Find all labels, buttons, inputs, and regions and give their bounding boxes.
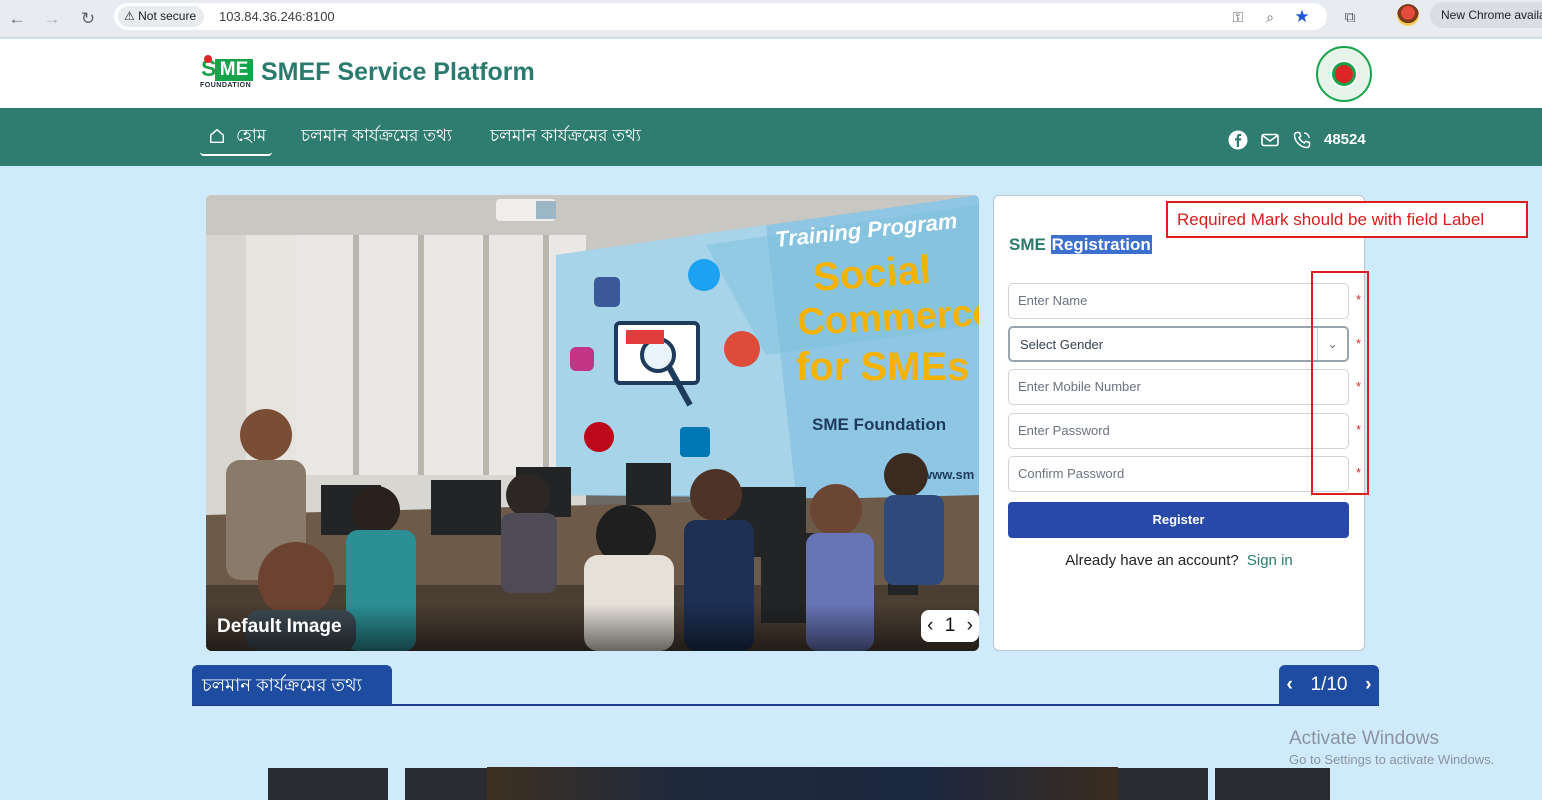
- security-chip[interactable]: ⚠ Not secure: [118, 6, 205, 27]
- carousel-caption: Default Image: [217, 616, 342, 637]
- profile-avatar[interactable]: [1397, 4, 1419, 26]
- section-pager: ‹ 1/10 ›: [1279, 665, 1379, 705]
- section-tab[interactable]: চলমান কার্যক্রমের তথ্য: [192, 665, 392, 705]
- reload-icon[interactable]: ↻: [74, 5, 102, 33]
- mobile-number-input[interactable]: Enter Mobile Number: [1008, 369, 1349, 405]
- gender-select-value: Select Gender: [1020, 337, 1104, 352]
- registration-title: SME Registration: [1009, 234, 1152, 256]
- zoom-icon[interactable]: ⌕: [1260, 7, 1280, 27]
- activity-card-right-2[interactable]: [1215, 768, 1330, 800]
- registration-title-highlight: Registration: [1050, 235, 1152, 254]
- site-title: SMEF Service Platform: [261, 58, 535, 86]
- site-header: S ME FOUNDATION SMEF Service Platform: [0, 39, 1542, 108]
- nav-link-ongoing-activities-1[interactable]: চলমান কার্যক্রমের তথ্য: [301, 120, 452, 152]
- extensions-icon[interactable]: ⧉: [1340, 8, 1360, 28]
- logo-me: ME: [215, 59, 253, 81]
- required-marks-highlight: [1311, 271, 1369, 495]
- main-navbar: হোম চলমান কার্যক্রমের তথ্য চলমান কার্যক্…: [0, 108, 1542, 166]
- bookmark-star-icon[interactable]: ★: [1292, 7, 1312, 27]
- registration-card: SME Registration Enter Name * Select Gen…: [993, 195, 1365, 651]
- url-text[interactable]: 103.84.36.246:8100: [219, 3, 335, 30]
- security-label: Not secure: [138, 9, 197, 23]
- carousel-page-number: 1: [944, 615, 956, 636]
- nav-home-label: হোম: [236, 126, 267, 145]
- signin-link[interactable]: Sign in: [1247, 552, 1293, 569]
- nav-link-ongoing-activities-2[interactable]: চলমান কার্যক্রমের তথ্য: [490, 120, 641, 152]
- name-input[interactable]: Enter Name: [1008, 283, 1349, 319]
- activity-card-left-1[interactable]: [405, 768, 487, 800]
- hero-carousel[interactable]: Training Program Social Commerce for SME…: [206, 195, 979, 651]
- sme-foundation-logo[interactable]: S ME FOUNDATION: [200, 55, 254, 91]
- windows-activation-watermark: Activate Windows Go to Settings to activ…: [1289, 728, 1494, 770]
- confirm-password-input[interactable]: Confirm Password: [1008, 456, 1349, 492]
- review-annotation-text: Required Mark should be with field Label: [1177, 210, 1485, 229]
- banner-web-text: www.sm: [921, 467, 974, 482]
- government-seal-logo: [1316, 46, 1372, 102]
- logo-foundation-text: FOUNDATION: [200, 82, 252, 89]
- training-photo: Training Program Social Commerce for SME…: [206, 195, 979, 651]
- email-icon[interactable]: [1260, 130, 1280, 150]
- activity-card-main[interactable]: [487, 767, 1118, 800]
- activate-windows-title: Activate Windows: [1289, 728, 1439, 749]
- signin-prompt: Already have an account? Sign in: [994, 552, 1364, 569]
- pager-prev-icon[interactable]: ‹: [1281, 665, 1299, 705]
- phone-icon[interactable]: [1292, 130, 1312, 150]
- browser-toolbar: ← → ↻ ⚠ Not secure 103.84.36.246:8100 ⚿ …: [0, 0, 1542, 38]
- carousel-pager[interactable]: ‹ 1 ›: [921, 610, 979, 642]
- pager-count: 1/10: [1310, 674, 1348, 695]
- registration-title-prefix: SME: [1009, 235, 1046, 254]
- gender-select[interactable]: Select Gender ⌄: [1008, 326, 1349, 362]
- facebook-icon[interactable]: [1228, 130, 1248, 150]
- password-input[interactable]: Enter Password: [1008, 413, 1349, 449]
- new-chrome-button[interactable]: New Chrome available: [1430, 2, 1542, 28]
- carousel-prev-icon[interactable]: ‹: [927, 610, 933, 642]
- key-icon[interactable]: ⚿: [1228, 7, 1248, 27]
- forward-arrow-icon[interactable]: →: [38, 5, 66, 33]
- helpline-number: 48524: [1324, 131, 1366, 148]
- banner-social-text: Social: [812, 248, 933, 300]
- nav-home[interactable]: হোম: [200, 120, 272, 156]
- banner-for-smes-text: for SMEs: [796, 345, 969, 389]
- ongoing-activities-section: চলমান কার্যক্রমের তথ্য ‹ 1/10 ›: [192, 665, 1379, 706]
- home-icon: [209, 128, 225, 144]
- warning-icon: ⚠: [124, 9, 135, 23]
- already-have-account-text: Already have an account?: [1065, 552, 1239, 569]
- carousel-next-icon[interactable]: ›: [967, 610, 973, 642]
- logo-dot: [204, 55, 212, 63]
- review-annotation-box: Required Mark should be with field Label: [1166, 201, 1528, 238]
- activity-card-right-1[interactable]: [1118, 768, 1208, 800]
- pager-next-icon[interactable]: ›: [1359, 665, 1377, 705]
- register-button[interactable]: Register: [1008, 502, 1349, 538]
- activity-card-left-2[interactable]: [268, 768, 388, 800]
- activate-windows-subtitle: Go to Settings to activate Windows.: [1289, 752, 1495, 767]
- address-bar[interactable]: ⚠ Not secure 103.84.36.246:8100 ⚿ ⌕ ★: [114, 3, 1327, 30]
- back-arrow-icon[interactable]: ←: [3, 5, 31, 33]
- banner-org-text: SME Foundation: [812, 415, 946, 434]
